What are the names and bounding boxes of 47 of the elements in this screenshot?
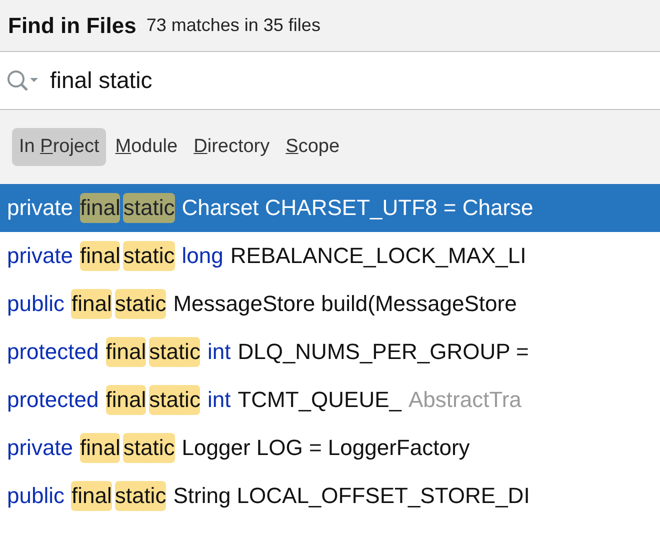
match-highlight: static — [123, 241, 175, 271]
code-text: Logger LOG = LoggerFactory — [182, 435, 470, 461]
match-highlight: final — [80, 433, 120, 463]
match-highlight: static — [114, 289, 166, 319]
match-highlight: final — [106, 385, 146, 415]
code-keyword: protected — [7, 387, 99, 413]
code-text: MessageStore build(MessageStore — [173, 291, 517, 317]
code-keyword: long — [182, 243, 224, 269]
code-text: String LOCAL_OFFSET_STORE_DI — [173, 483, 530, 509]
scope-tab[interactable]: Module — [108, 128, 185, 166]
search-field[interactable]: final static — [50, 52, 660, 109]
code-keyword: private — [7, 435, 74, 461]
code-keyword: public — [7, 483, 64, 509]
scope-tab[interactable]: Scope — [278, 128, 347, 166]
match-highlight: final — [71, 481, 112, 511]
result-row[interactable]: private final static Charset CHARSET_UTF8 = Charse — [0, 184, 660, 232]
match-highlight: static — [123, 433, 175, 463]
code-text: REBALANCE_LOCK_MAX_LI — [230, 243, 526, 269]
code-keyword: int — [207, 339, 231, 365]
file-name: AbstractTra — [408, 387, 522, 413]
code-keyword: protected — [7, 339, 99, 365]
result-row[interactable]: public final static String LOCAL_OFFSET_STORE_DI — [0, 472, 660, 520]
match-highlight: final — [71, 289, 112, 319]
match-highlight: final — [106, 337, 146, 367]
code-text: TCMT_QUEUE_ — [238, 387, 402, 413]
result-row[interactable]: private final static long REBALANCE_LOCK_MAX_LI — [0, 232, 660, 280]
match-highlight: static — [149, 385, 200, 415]
result-row[interactable]: protected final static int DLQ_NUMS_PER_GROUP = — [0, 328, 660, 376]
search-icon[interactable] — [6, 68, 40, 94]
code-keyword: private — [7, 243, 74, 269]
match-count: 73 matches in 35 files — [146, 15, 320, 36]
match-highlight: static — [114, 481, 166, 511]
scope-tab[interactable]: In Project — [12, 128, 106, 166]
code-text: DLQ_NUMS_PER_GROUP = — [238, 339, 529, 365]
match-highlight: final — [80, 193, 120, 223]
result-row[interactable]: protected final static int TCMT_QUEUE_ AbstractTra — [0, 376, 660, 424]
code-keyword: private — [7, 195, 74, 221]
code-text: Charset CHARSET_UTF8 = Charse — [182, 195, 534, 221]
window-title: Find in Files — [8, 12, 136, 38]
result-row[interactable]: public final static MessageStore build(MessageStore — [0, 280, 660, 328]
code-keyword: public — [7, 291, 64, 317]
result-row[interactable]: private final static Logger LOG = LoggerFactory — [0, 424, 660, 472]
scope-tab[interactable]: Directory — [186, 128, 277, 166]
code-keyword: int — [207, 387, 231, 413]
match-highlight: static — [123, 193, 175, 223]
match-highlight: final — [80, 241, 120, 271]
match-highlight: static — [149, 337, 200, 367]
